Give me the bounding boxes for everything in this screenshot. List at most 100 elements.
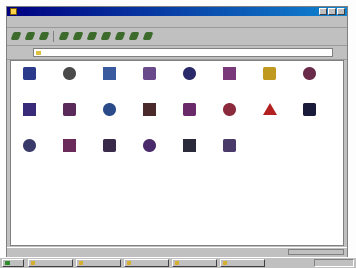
control-panel-item[interactable] — [95, 65, 125, 93]
multimedia-icon — [223, 103, 236, 116]
modems-icon — [143, 103, 156, 116]
delete-icon[interactable] — [114, 31, 126, 41]
control-panel-item[interactable] — [95, 101, 125, 129]
control-panel-item[interactable] — [135, 101, 165, 129]
taskbar-item[interactable] — [220, 259, 265, 267]
control-panel-item[interactable] — [95, 137, 125, 165]
close-button[interactable] — [337, 8, 345, 15]
control-panel-item[interactable] — [295, 101, 325, 129]
add-hardware-icon — [63, 67, 76, 80]
windows-logo-icon — [5, 261, 10, 265]
menu-favorites[interactable] — [107, 19, 127, 25]
passwords-icon — [303, 103, 316, 116]
mail-icon — [103, 103, 116, 116]
forward-icon[interactable] — [24, 31, 36, 41]
copy-icon[interactable] — [72, 31, 84, 41]
date-time-icon — [143, 67, 156, 80]
internet-icon — [23, 103, 36, 116]
control-panel-item-label — [135, 84, 165, 89]
control-panel-item-label — [215, 84, 245, 89]
control-panel-item[interactable] — [215, 137, 245, 165]
folder-icon — [31, 261, 35, 265]
network-icon — [263, 103, 277, 115]
control-panel-item[interactable] — [15, 65, 45, 93]
menu-help[interactable] — [131, 19, 151, 25]
find-fast-icon — [223, 67, 236, 80]
maximize-button[interactable] — [328, 8, 336, 15]
game-controllers-icon — [303, 67, 316, 80]
taskbar-item[interactable] — [124, 259, 169, 267]
printers-icon — [63, 139, 76, 152]
undo-icon[interactable] — [100, 31, 112, 41]
paste-icon[interactable] — [86, 31, 98, 41]
title-bar[interactable] — [7, 7, 347, 16]
folder-icon — [223, 261, 227, 265]
folder-icon — [175, 261, 179, 265]
minimize-button[interactable] — [319, 8, 327, 15]
control-panel-item[interactable] — [135, 137, 165, 165]
control-panel-item[interactable] — [175, 137, 205, 165]
menu-view[interactable] — [59, 19, 79, 25]
views-icon[interactable] — [142, 31, 154, 41]
control-panel-item[interactable] — [255, 101, 285, 129]
users-icon — [223, 139, 236, 152]
add-remove-programs-icon — [103, 67, 116, 80]
mouse-icon — [183, 103, 196, 116]
control-panel-item-label — [175, 84, 205, 89]
taskbar-item[interactable] — [76, 259, 121, 267]
control-panel-item-label — [255, 120, 285, 125]
menu-file[interactable] — [11, 19, 31, 25]
taskbar-item[interactable] — [172, 259, 217, 267]
back-icon[interactable] — [10, 31, 22, 41]
control-panel-item[interactable] — [15, 137, 45, 165]
control-panel-item-label — [55, 156, 85, 161]
folder-icon — [10, 8, 17, 15]
taskbar-item[interactable] — [28, 259, 73, 267]
address-input[interactable] — [33, 48, 333, 57]
fonts-icon — [263, 67, 276, 80]
menu-go[interactable] — [83, 19, 103, 25]
control-panel-item[interactable] — [55, 65, 85, 93]
menu-edit[interactable] — [35, 19, 55, 25]
window-title — [21, 8, 131, 14]
system-icon — [183, 139, 196, 152]
icon-view — [10, 60, 344, 246]
regional-settings-icon — [103, 139, 116, 152]
control-panel-item[interactable] — [295, 65, 325, 93]
control-panel-item[interactable] — [215, 65, 245, 93]
window-controls — [319, 8, 345, 15]
address-bar — [7, 46, 347, 60]
control-panel-item-label — [95, 84, 125, 89]
up-icon[interactable] — [38, 31, 50, 41]
status-pane — [288, 249, 344, 255]
folder-icon — [79, 261, 83, 265]
control-panel-item[interactable] — [175, 101, 205, 129]
explorer-window — [6, 6, 348, 259]
control-panel-item[interactable] — [215, 101, 245, 129]
control-panel-item[interactable] — [55, 137, 85, 165]
control-panel-item-label — [175, 120, 205, 125]
control-panel-item[interactable] — [175, 65, 205, 93]
control-panel-item[interactable] — [55, 101, 85, 129]
desktop — [0, 0, 356, 268]
power-icon — [23, 139, 36, 152]
display-icon — [183, 67, 196, 80]
control-panel-item-label — [55, 120, 85, 125]
taskbar — [0, 257, 356, 268]
control-panel-item-label — [15, 156, 45, 161]
control-panel-item-label — [135, 120, 165, 125]
control-panel-item[interactable] — [135, 65, 165, 93]
address-label — [10, 49, 30, 56]
start-button[interactable] — [2, 259, 24, 267]
control-panel-item-label — [135, 156, 165, 161]
control-panel-item[interactable] — [15, 101, 45, 129]
cut-icon[interactable] — [58, 31, 70, 41]
address-value — [43, 50, 153, 56]
control-panel-item-label — [255, 84, 285, 89]
properties-icon[interactable] — [128, 31, 140, 41]
control-panel-item[interactable] — [255, 65, 285, 93]
control-panel-item-label — [215, 156, 245, 161]
keyboard-icon — [63, 103, 76, 116]
control-panel-item-label — [95, 120, 125, 125]
system-tray — [314, 259, 354, 267]
